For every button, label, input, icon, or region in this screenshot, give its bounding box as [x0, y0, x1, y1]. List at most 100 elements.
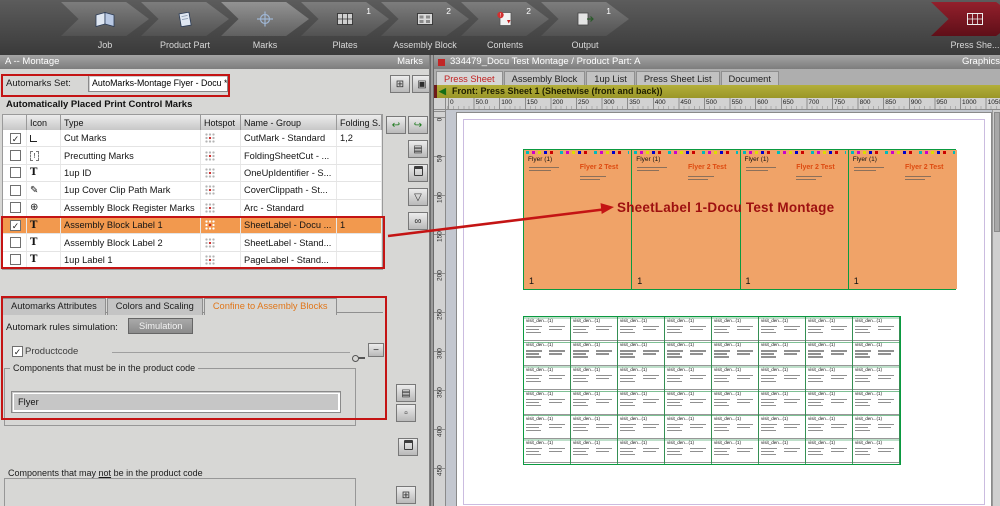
mark-row-1up-label-1[interactable]: T1up Label 1PageLabel - Stand...: [3, 252, 382, 269]
filter-marks-button[interactable]: ▽: [408, 188, 428, 206]
business-card-1up[interactable]: visit_den...(1): [806, 341, 853, 365]
business-card-1up[interactable]: visit_den...(1): [806, 439, 853, 463]
simulation-button[interactable]: Simulation: [128, 318, 193, 334]
business-card-1up[interactable]: visit_den...(1): [853, 390, 900, 414]
business-card-1up[interactable]: visit_den...(1): [571, 366, 618, 390]
business-card-1up[interactable]: visit_den...(1): [759, 415, 806, 439]
business-card-1up[interactable]: visit_den...(1): [759, 439, 806, 463]
mark-enabled-checkbox[interactable]: [10, 167, 21, 178]
workflow-step-contents[interactable]: !2Contents: [461, 2, 549, 53]
mark-row-precutting-marks[interactable]: !Precutting MarksFoldingSheetCut - ...: [3, 147, 382, 164]
business-card-1up[interactable]: visit_den...(1): [524, 415, 571, 439]
business-card-1up[interactable]: visit_den...(1): [665, 317, 712, 341]
mark-hotspot[interactable]: [201, 252, 241, 268]
business-card-1up[interactable]: visit_den...(1): [618, 439, 665, 463]
mark-enabled-checkbox[interactable]: [10, 150, 21, 161]
mark-row-1up-id[interactable]: T1up IDOneUpIdentifier - S...: [3, 165, 382, 182]
workflow-step-output[interactable]: 1Output: [541, 2, 629, 53]
mark-hotspot[interactable]: [201, 147, 241, 163]
business-card-1up[interactable]: visit_den...(1): [712, 366, 759, 390]
business-card-1up[interactable]: visit_den...(1): [806, 390, 853, 414]
business-card-1up[interactable]: visit_den...(1): [853, 317, 900, 341]
business-card-1up[interactable]: visit_den...(1): [759, 390, 806, 414]
pick-component-button[interactable]: ▫: [396, 404, 416, 422]
scrollbar-thumb[interactable]: [994, 112, 1000, 232]
canvas-vertical-scrollbar[interactable]: [992, 110, 1000, 506]
add-component-button[interactable]: ⊞: [396, 486, 416, 504]
business-card-1up[interactable]: visit_den...(1): [571, 390, 618, 414]
save-automarks-set-button[interactable]: ▣: [412, 75, 430, 93]
must-components-value[interactable]: Flyer: [14, 394, 338, 410]
business-card-1up[interactable]: visit_den...(1): [524, 366, 571, 390]
business-card-1up[interactable]: visit_den...(1): [524, 341, 571, 365]
mark-row-cut-marks[interactable]: ✓Cut MarksCutMark - Standard1,2: [3, 130, 382, 147]
business-card-1up[interactable]: visit_den...(1): [524, 439, 571, 463]
export-marks-button[interactable]: ↪: [408, 116, 428, 134]
mark-enabled-checkbox[interactable]: [10, 185, 21, 196]
business-card-1up[interactable]: visit_den...(1): [524, 317, 571, 341]
business-card-1up[interactable]: visit_den...(1): [853, 439, 900, 463]
business-card-1up[interactable]: visit_den...(1): [712, 341, 759, 365]
must-components-field[interactable]: Flyer: [11, 391, 341, 413]
business-card-1up[interactable]: visit_den...(1): [665, 341, 712, 365]
business-card-1up[interactable]: visit_den...(1): [571, 341, 618, 365]
flyer-assembly-block[interactable]: Flyer (1)Flyer 2 Test1Flyer (1)Flyer 2 T…: [523, 149, 956, 290]
mark-hotspot[interactable]: [201, 130, 241, 146]
business-card-1up[interactable]: visit_den...(1): [853, 366, 900, 390]
business-card-1up[interactable]: visit_den...(1): [618, 415, 665, 439]
mark-enabled-checkbox[interactable]: [10, 254, 21, 265]
business-card-1up[interactable]: visit_den...(1): [712, 439, 759, 463]
workflow-step-assembly-block[interactable]: 2Assembly Block: [381, 2, 469, 53]
workflow-step-job[interactable]: Job: [61, 2, 149, 53]
flyer-1up[interactable]: Flyer (1)Flyer 2 Test1: [632, 150, 740, 289]
new-mark-button[interactable]: ▤: [408, 140, 428, 158]
workflow-step-product-part[interactable]: Product Part: [141, 2, 229, 53]
copy-automarks-set-button[interactable]: ⊞: [390, 75, 410, 93]
business-card-1up[interactable]: visit_den...(1): [618, 317, 665, 341]
business-card-1up[interactable]: visit_den...(1): [759, 341, 806, 365]
workflow-step-plates[interactable]: 1Plates: [301, 2, 389, 53]
automarks-set-input[interactable]: AutoMarks-Montage Flyer - Docu *: [88, 75, 228, 92]
mark-hotspot[interactable]: [201, 182, 241, 198]
business-card-1up[interactable]: visit_den...(1): [712, 415, 759, 439]
productcode-checkbox[interactable]: ✓: [12, 346, 23, 357]
flyer-1up[interactable]: Flyer (1)Flyer 2 Test1: [524, 150, 632, 289]
mark-row-1up-cover-clip-path-mark[interactable]: ✎1up Cover Clip Path MarkCoverClippath -…: [3, 182, 382, 199]
tab-confine-to-assembly-blocks[interactable]: Confine to Assembly Blocks: [204, 298, 337, 315]
workflow-step-marks[interactable]: Marks: [221, 2, 309, 53]
mark-enabled-checkbox[interactable]: ✓: [10, 220, 21, 231]
business-card-1up[interactable]: visit_den...(1): [806, 415, 853, 439]
business-card-1up[interactable]: visit_den...(1): [665, 439, 712, 463]
business-card-1up[interactable]: visit_den...(1): [665, 415, 712, 439]
business-card-1up[interactable]: visit_den...(1): [712, 317, 759, 341]
business-card-1up[interactable]: visit_den...(1): [806, 366, 853, 390]
edit-components-button[interactable]: ▤: [396, 384, 416, 402]
workflow-step-press-she[interactable]: Press She...: [931, 2, 1000, 53]
business-card-1up[interactable]: visit_den...(1): [571, 439, 618, 463]
business-card-1up[interactable]: visit_den...(1): [806, 317, 853, 341]
flyer-1up[interactable]: Flyer (1)Flyer 2 Test1: [849, 150, 957, 289]
import-marks-button[interactable]: ↩: [386, 116, 406, 134]
business-card-1up[interactable]: visit_den...(1): [759, 317, 806, 341]
mark-row-assembly-block-label-2[interactable]: TAssembly Block Label 2SheetLabel - Stan…: [3, 234, 382, 251]
sheet-label-mark[interactable]: SheetLabel 1-Docu Test Montage: [617, 200, 834, 215]
delete-component-button[interactable]: [398, 438, 418, 456]
business-card-1up[interactable]: visit_den...(1): [853, 415, 900, 439]
business-card-1up[interactable]: visit_den...(1): [853, 341, 900, 365]
business-card-1up[interactable]: visit_den...(1): [712, 390, 759, 414]
mark-enabled-checkbox[interactable]: [10, 202, 21, 213]
business-card-1up[interactable]: visit_den...(1): [618, 341, 665, 365]
business-card-1up[interactable]: visit_den...(1): [571, 317, 618, 341]
business-card-1up[interactable]: visit_den...(1): [571, 415, 618, 439]
mark-hotspot[interactable]: [201, 234, 241, 250]
collapse-productcode-button[interactable]: −: [368, 343, 384, 357]
business-card-1up[interactable]: visit_den...(1): [618, 390, 665, 414]
mark-row-assembly-block-label-1[interactable]: ✓TAssembly Block Label 1SheetLabel - Doc…: [3, 217, 382, 234]
tab-colors-and-scaling[interactable]: Colors and Scaling: [107, 298, 203, 315]
press-sheet-canvas[interactable]: Flyer (1)Flyer 2 Test1Flyer (1)Flyer 2 T…: [446, 110, 1000, 506]
business-card-1up[interactable]: visit_den...(1): [665, 366, 712, 390]
mark-hotspot[interactable]: [201, 200, 241, 216]
flyer-1up[interactable]: Flyer (1)Flyer 2 Test1: [741, 150, 849, 289]
business-card-1up[interactable]: visit_den...(1): [759, 366, 806, 390]
mark-enabled-checkbox[interactable]: [10, 237, 21, 248]
